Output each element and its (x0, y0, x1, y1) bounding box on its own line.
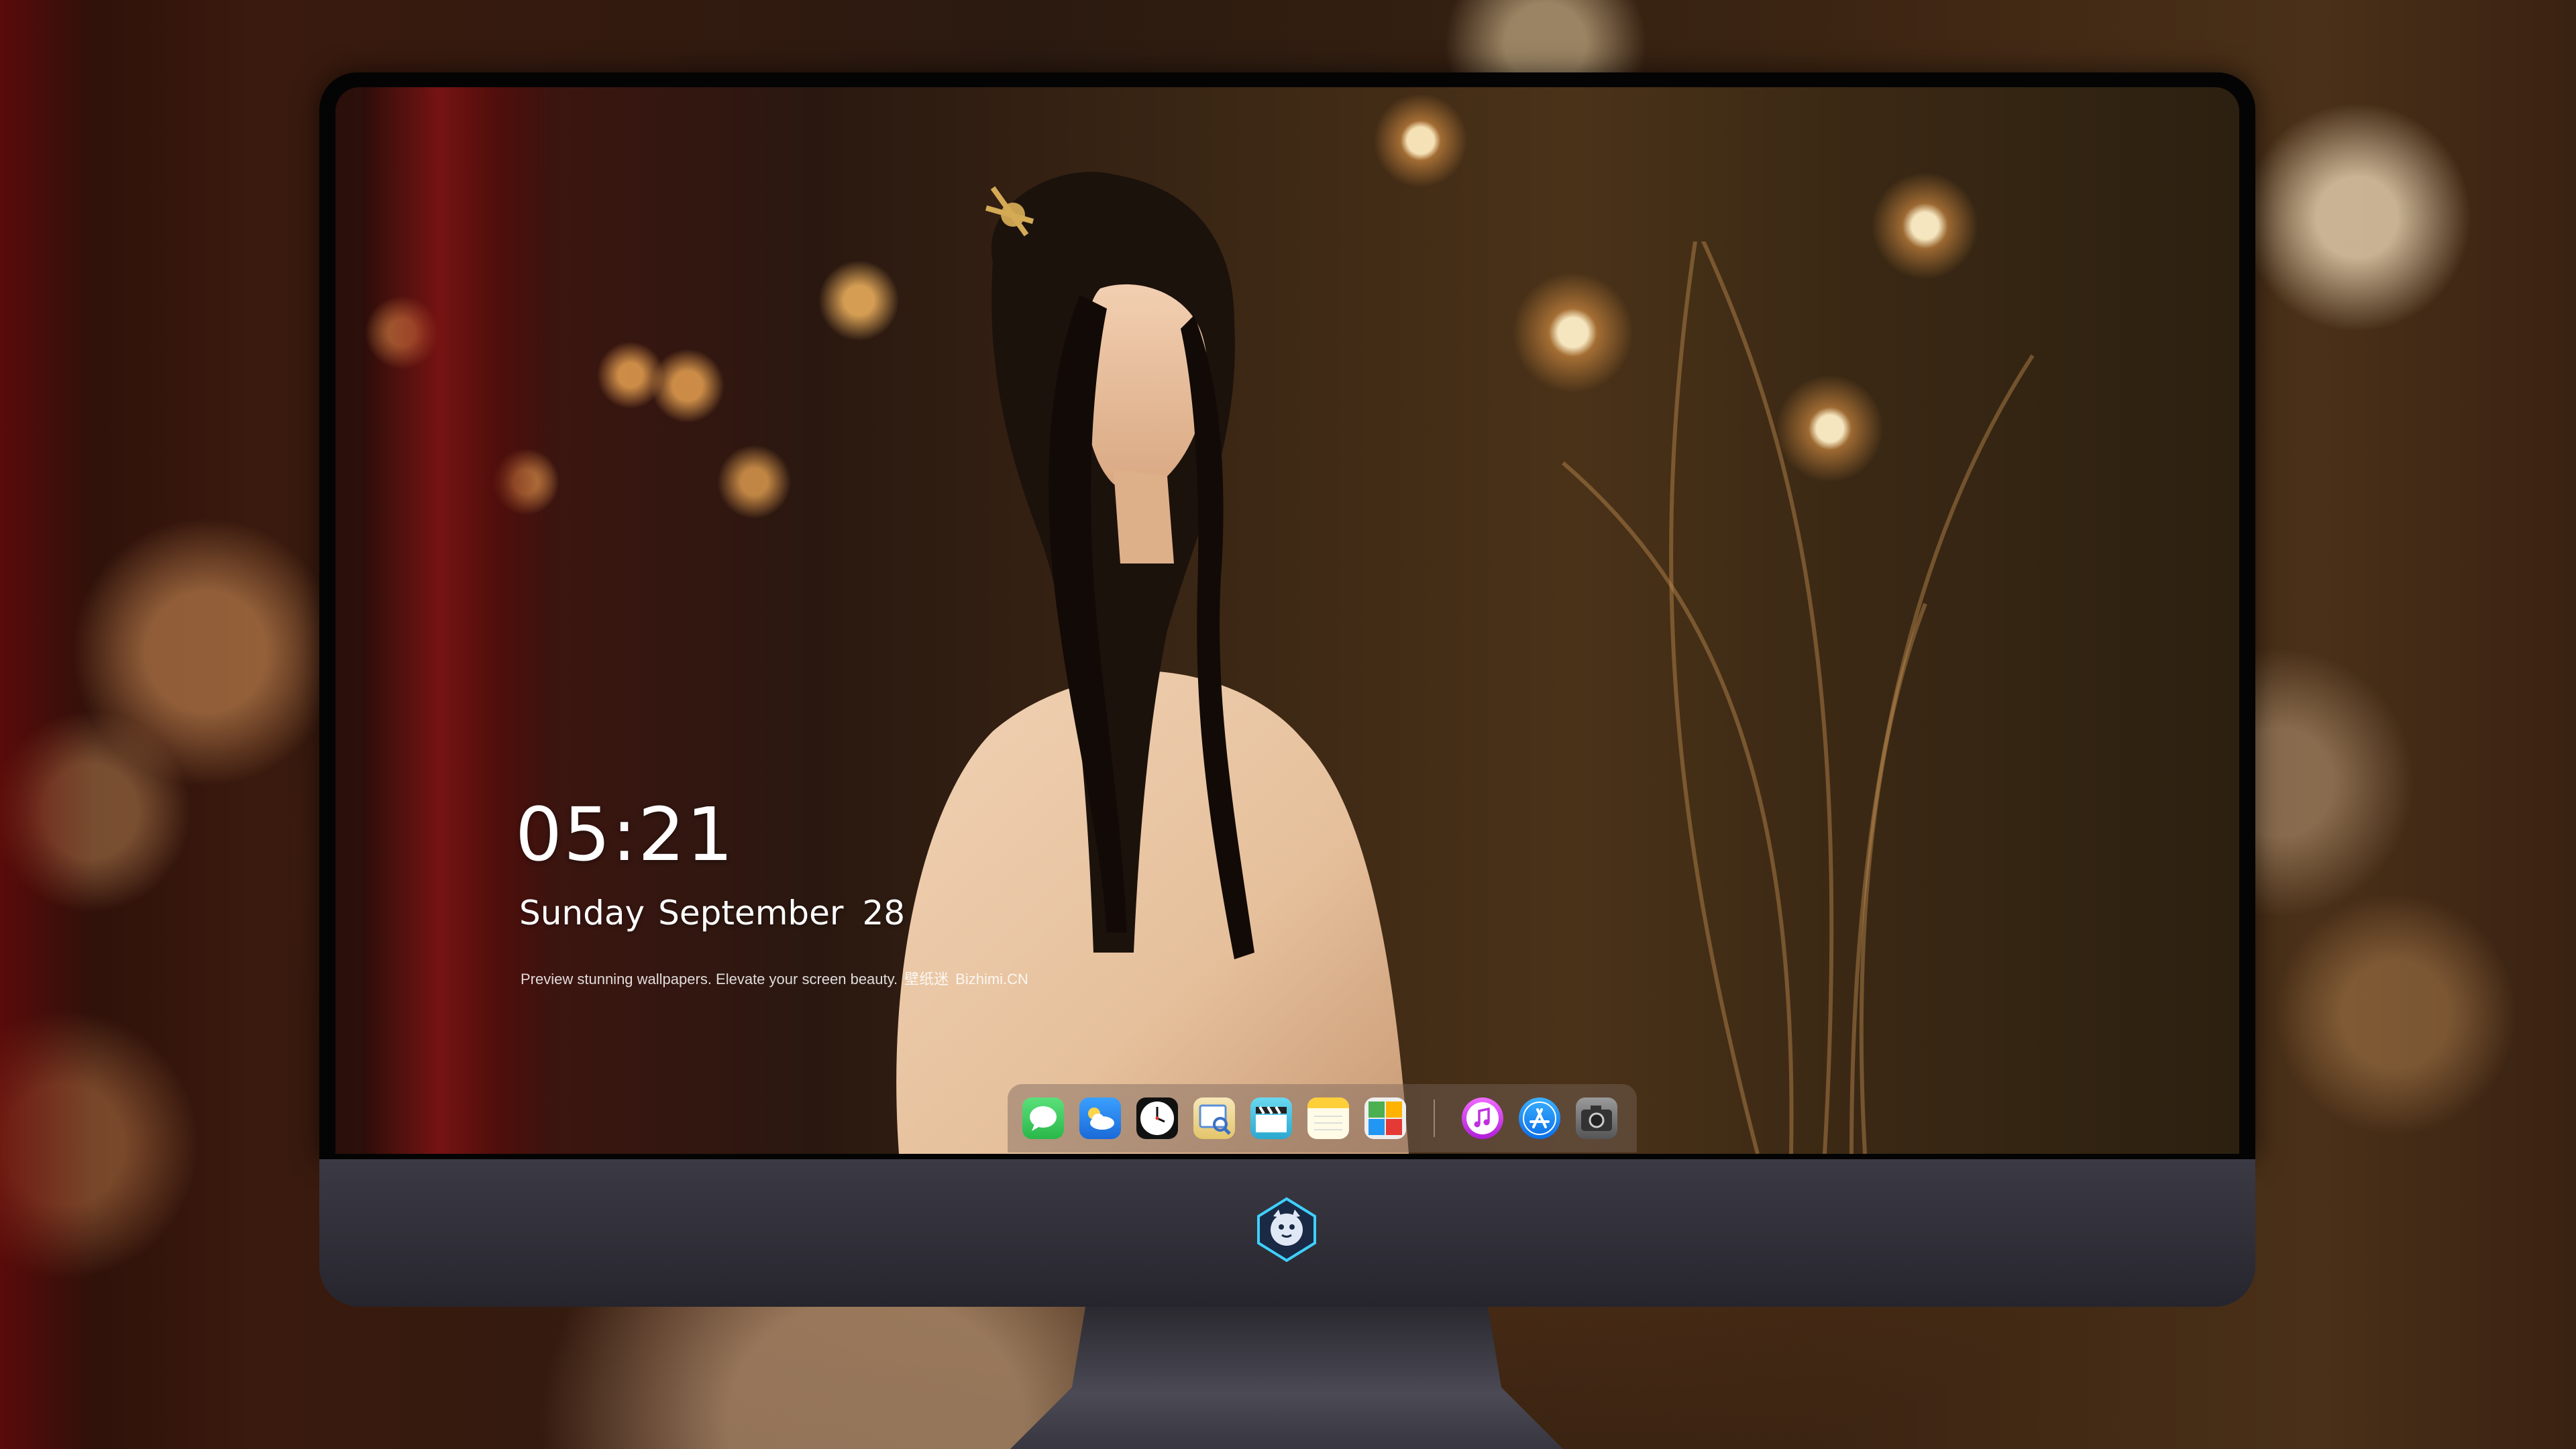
camera-icon[interactable] (1576, 1097, 1617, 1139)
tagline-text: Preview stunning wallpapers. Elevate you… (521, 971, 898, 987)
music-icon[interactable] (1462, 1097, 1503, 1139)
date-day: Sunday (519, 894, 645, 932)
wallpaper-tagline: Preview stunning wallpapers. Elevate you… (521, 967, 1035, 989)
monitor-chin (319, 1159, 2255, 1307)
tagline-site: Bizhimi.CN (955, 971, 1028, 987)
brand-logo-icon (1257, 1197, 1316, 1263)
notes-icon[interactable] (1307, 1097, 1349, 1139)
candle-stands (1562, 241, 2035, 1154)
lock-screen[interactable]: 05:21 Sunday September 28 Preview stunning… (335, 87, 2239, 1154)
date-number: 28 (862, 894, 906, 932)
wallpaper-curtain (362, 87, 557, 1154)
lock-date: Sunday September 28 (519, 894, 905, 932)
imac-monitor: 05:21 Sunday September 28 Preview stunning… (319, 72, 2255, 1449)
date-month: September (658, 894, 844, 932)
weather-icon[interactable] (1079, 1097, 1121, 1139)
lock-clock: 05:21 (515, 792, 735, 877)
preview-icon[interactable] (1193, 1097, 1235, 1139)
video-icon[interactable] (1250, 1097, 1292, 1139)
dock-separator (1434, 1099, 1435, 1137)
ambient-curtain (0, 0, 94, 1449)
woman-figure (896, 172, 1409, 1154)
clock-icon[interactable] (1136, 1097, 1178, 1139)
monitor-stand (1010, 1307, 1563, 1449)
desktop-stage: 05:21 Sunday September 28 Preview stunning… (0, 0, 2576, 1449)
app-store-icon[interactable] (1519, 1097, 1560, 1139)
monitor-bezel: 05:21 Sunday September 28 Preview stunning… (319, 72, 2255, 1159)
photo-booth-icon[interactable] (1364, 1097, 1406, 1139)
tagline-brand-cn: 壁纸迷 (904, 971, 949, 987)
dock (1008, 1084, 1637, 1152)
messages-icon[interactable] (1022, 1097, 1064, 1139)
